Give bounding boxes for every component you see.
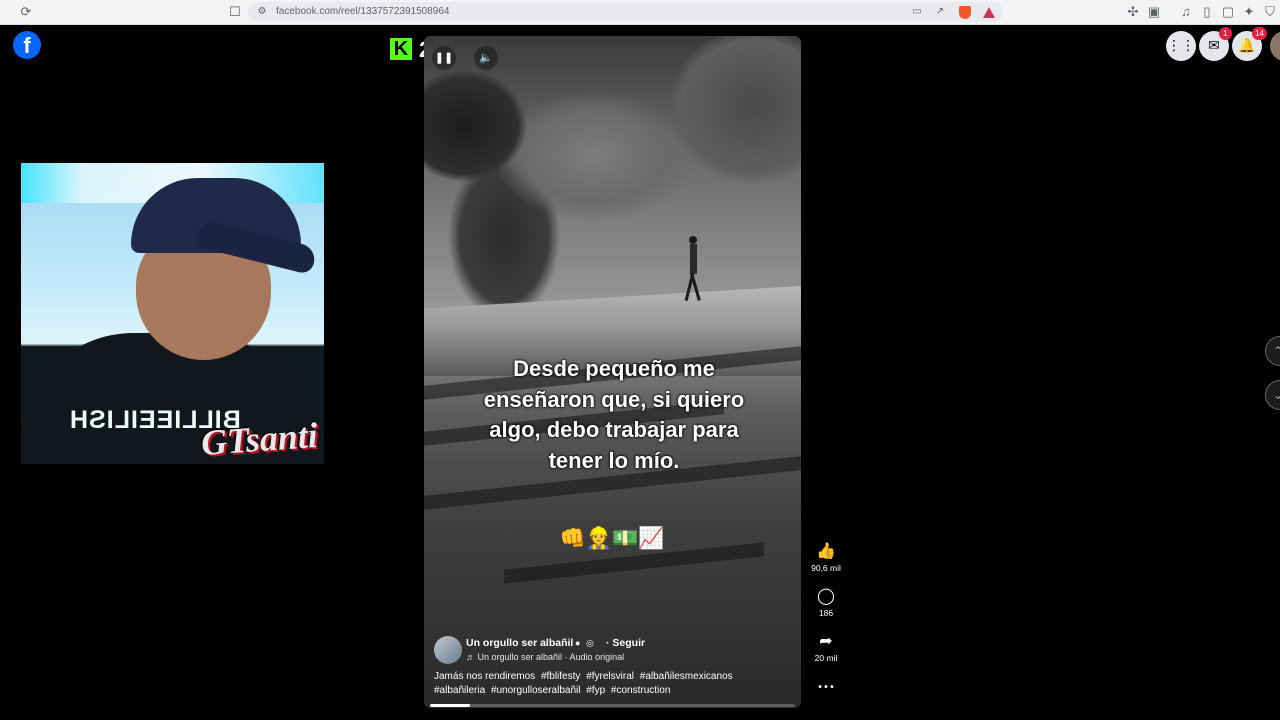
menu-grid-icon[interactable]: ⋮⋮ xyxy=(1166,31,1196,61)
profile-avatar[interactable] xyxy=(1270,31,1280,61)
more-icon: ••• xyxy=(817,682,835,693)
hashtag[interactable]: #fblifesty xyxy=(541,671,580,682)
messenger-badge: 1 xyxy=(1219,27,1232,40)
hashtag[interactable]: #fyp xyxy=(586,685,605,696)
reload-icon[interactable]: ⟳ xyxy=(17,3,35,21)
hashtag[interactable]: #fyrelsviral xyxy=(586,671,634,682)
video-progress-bar[interactable] xyxy=(430,704,795,707)
streamer-watermark: GTsanti xyxy=(199,414,319,464)
notifications-badge: 14 xyxy=(1252,27,1267,40)
walking-person xyxy=(684,236,701,302)
share-arrow-icon: ➦ xyxy=(819,631,833,650)
screen: ⟳ ☐ ⚙ facebook.com/reel/1337572391508964… xyxy=(0,0,1280,720)
media-icon[interactable]: ♫ xyxy=(1177,3,1195,21)
like-count: 90,6 mil xyxy=(811,563,841,573)
share-icon[interactable]: ↗ xyxy=(934,6,946,18)
hashtag[interactable]: #unorgulloseralbañil xyxy=(491,685,581,696)
like-button[interactable]: 👍 90,6 mil xyxy=(806,541,846,573)
pause-icon[interactable]: ❚❚ xyxy=(432,46,456,70)
more-options-button[interactable]: ••• xyxy=(806,678,846,698)
video-progress-fill xyxy=(430,704,471,707)
previous-reel-button[interactable]: ⌃ xyxy=(1265,336,1280,366)
video-trees xyxy=(424,36,801,306)
cast-icon[interactable]: ▭ xyxy=(911,6,923,18)
brave-rewards-icon[interactable] xyxy=(983,7,995,18)
author-avatar[interactable] xyxy=(434,636,462,664)
comment-icon: ◯ xyxy=(817,586,835,605)
comment-count: 186 xyxy=(818,608,834,618)
kick-logo-icon: K xyxy=(390,38,412,60)
reel-description: Jamás nos rendiremos #fblifesty #fyrelsv… xyxy=(434,670,784,698)
thumbs-up-icon: 👍 xyxy=(816,541,836,560)
address-bar[interactable]: ⚙ facebook.com/reel/1337572391508964 ▭ ↗ xyxy=(248,2,1003,22)
extensions-icon[interactable]: ✣ xyxy=(1124,3,1142,21)
share-count: 20 mil xyxy=(814,653,838,663)
verified-icon: ● xyxy=(575,638,581,648)
vpn-icon[interactable]: ⛉ xyxy=(1261,3,1279,21)
wallet-icon[interactable]: ▢ xyxy=(1219,3,1237,21)
comment-button[interactable]: ◯ 186 xyxy=(806,586,846,618)
author-name[interactable]: Un orgullo ser albañil xyxy=(466,637,573,649)
share-button[interactable]: ➦ 20 mil xyxy=(806,631,846,663)
audio-link[interactable]: ♬ Un orgullo ser albañil · Audio origina… xyxy=(466,652,624,662)
walker-body xyxy=(690,244,697,274)
volume-icon[interactable]: 🔈 xyxy=(474,46,498,70)
description-text: Jamás nos rendiremos xyxy=(434,671,536,682)
hashtag[interactable]: #construction xyxy=(611,685,670,696)
bookmark-icon[interactable]: ☐ xyxy=(226,3,244,21)
globe-icon: ◎ xyxy=(586,638,594,648)
next-reel-button[interactable]: ⌄ xyxy=(1265,380,1280,410)
hashtag[interactable]: #albañileria xyxy=(434,685,485,696)
caption-emojis: 👊👷💵📈 xyxy=(559,526,665,550)
tab-icon[interactable]: ▣ xyxy=(1145,3,1163,21)
reel-video[interactable]: ❚❚ 🔈 Desde pequeño me enseñaron que, si … xyxy=(424,36,801,708)
brave-shield-icon[interactable] xyxy=(959,6,971,19)
browser-toolbar: ⟳ ☐ ⚙ facebook.com/reel/1337572391508964… xyxy=(0,0,1280,25)
streamer-webcam: BILLIEEILISH GTsanti xyxy=(21,163,324,464)
site-info-icon[interactable]: ⚙ xyxy=(256,6,268,18)
reel-caption: Desde pequeño me enseñaron que, si quier… xyxy=(483,356,745,473)
follow-button[interactable]: · Seguir xyxy=(606,637,645,649)
facebook-logo[interactable]: f xyxy=(13,31,41,59)
walker-head xyxy=(689,236,697,244)
url-text: facebook.com/reel/1337572391508964 xyxy=(276,6,450,17)
sidebar-icon[interactable]: ▯ xyxy=(1198,3,1216,21)
author-row: Un orgullo ser albañil ● ◎ · Seguir ♬ Un… xyxy=(434,636,794,666)
hashtag[interactable]: #albañilesmexicanos xyxy=(640,671,733,682)
leo-icon[interactable]: ✦ xyxy=(1240,3,1258,21)
